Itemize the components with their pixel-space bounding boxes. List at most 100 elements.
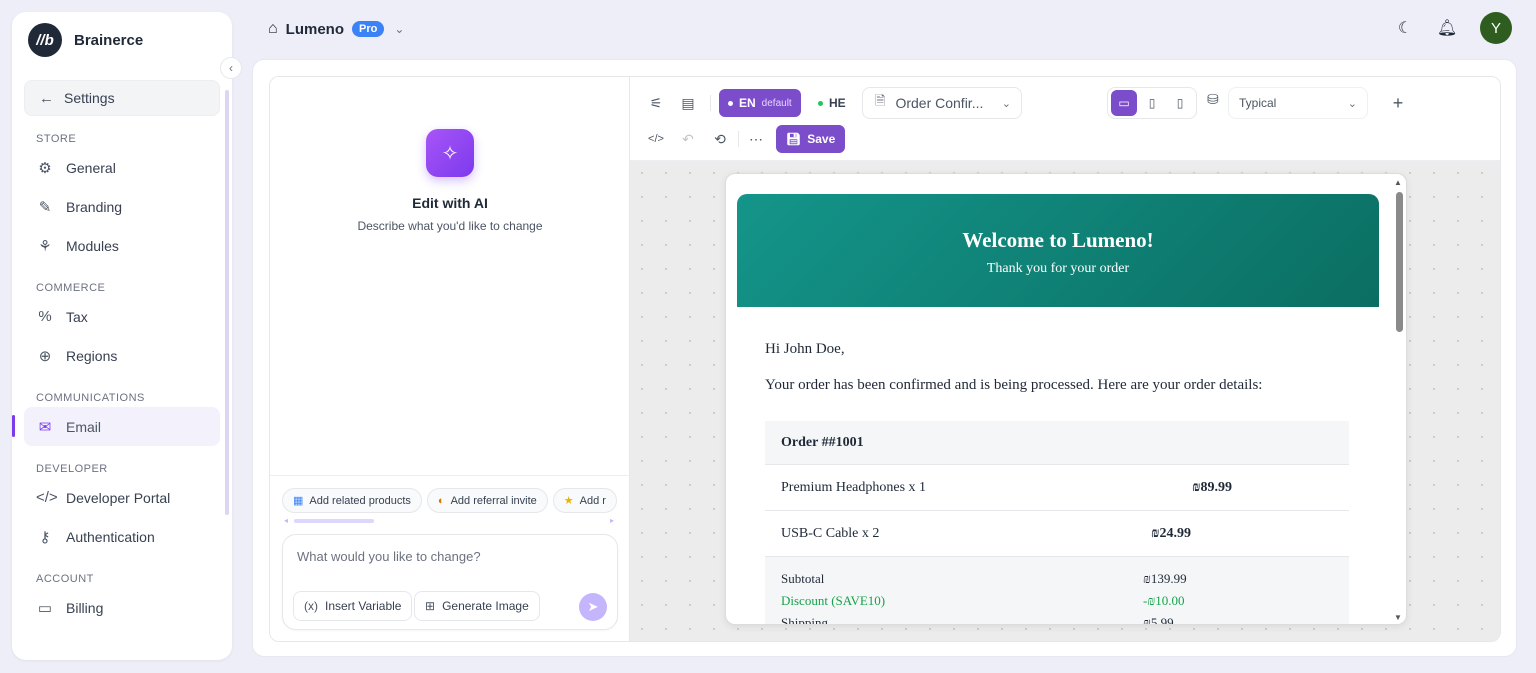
undo-icon[interactable]: ↶ <box>676 127 700 151</box>
sidebar-scrollbar[interactable] <box>225 90 229 515</box>
lang-default-tag: default <box>761 97 792 109</box>
template-icon[interactable]: ▤ <box>676 91 700 115</box>
section-title-account: ACCOUNT <box>36 573 94 585</box>
email-preview[interactable]: Welcome to Lumeno! Thank you for your or… <box>725 173 1407 625</box>
sidebar-item-regions[interactable]: ⊕ Regions <box>24 336 220 375</box>
sidebar-item-label: Billing <box>66 599 104 616</box>
toolbar-divider <box>710 95 711 111</box>
gear-icon: ⚙ <box>38 159 52 177</box>
sparkles-icon: ✧ <box>426 129 474 177</box>
back-to-settings-button[interactable]: ← Settings <box>24 80 220 116</box>
tablet-icon: ▯ <box>1148 96 1156 110</box>
sidebar: //b Brainerce ← Settings STORE ⚙ General… <box>12 12 232 660</box>
scroll-left-icon[interactable]: ◂ <box>284 516 288 525</box>
generate-image-button[interactable]: ⊞ Generate Image <box>414 591 540 621</box>
item-name: USB-C Cable x 2 <box>781 525 880 541</box>
chevron-down-icon: ⌄ <box>394 22 405 36</box>
email-scrollbar[interactable]: ▲ ▼ <box>1394 178 1403 622</box>
brand[interactable]: //b Brainerce <box>12 12 232 68</box>
sidebar-item-branding[interactable]: ✎ Branding <box>24 187 220 226</box>
sidebar-item-email[interactable]: ✉ Email <box>12 407 220 446</box>
main-card: ✧ Edit with AI Describe what you'd like … <box>252 59 1517 657</box>
preset-value: Typical <box>1239 96 1277 110</box>
header-actions: ☾ 🔔︎ Y <box>1390 12 1512 44</box>
settings-sliders-icon[interactable]: ⚟ <box>644 91 668 115</box>
insert-variable-button[interactable]: (x) Insert Variable <box>293 591 413 621</box>
status-dot <box>728 100 733 106</box>
avatar[interactable]: Y <box>1480 12 1512 44</box>
language-en-button[interactable]: EN default <box>719 89 801 117</box>
subtotal-label: Subtotal <box>781 571 825 586</box>
sidebar-item-label: Developer Portal <box>66 489 171 506</box>
sidebar-item-developer-portal[interactable]: </> Developer Portal <box>24 478 220 517</box>
add-button[interactable]: + <box>1384 89 1412 117</box>
scroll-up-icon[interactable]: ▲ <box>1394 178 1402 187</box>
tablet-view-button[interactable]: ▯ <box>1139 90 1165 116</box>
scroll-thumb[interactable] <box>1396 192 1403 332</box>
store-name: Lumeno <box>285 20 345 38</box>
code-view-icon[interactable]: </> <box>644 127 668 151</box>
brush-icon: ✎ <box>38 198 52 216</box>
chevron-down-icon: ⌄ <box>1347 97 1357 110</box>
back-label: Settings <box>64 90 115 106</box>
sidebar-item-billing[interactable]: ▭ Billing <box>24 588 220 627</box>
save-button[interactable]: 💾︎ Save <box>776 125 846 153</box>
preset-select[interactable]: Typical ⌄ <box>1228 87 1368 119</box>
sidebar-item-authentication[interactable]: ⚷ Authentication <box>24 517 220 556</box>
collapse-sidebar-button[interactable]: ‹ <box>220 57 242 79</box>
package-icon: ▦ <box>293 495 304 507</box>
lang-en-label: EN <box>739 96 756 110</box>
moon-icon: ☾ <box>1397 20 1413 37</box>
sidebar-item-label: Email <box>66 418 102 435</box>
chevron-left-icon: ‹ <box>229 61 233 75</box>
brand-logo: //b <box>28 23 62 57</box>
key-icon: ⚷ <box>39 528 51 546</box>
suggestion-chip[interactable]: ▦ Add related products <box>282 488 422 513</box>
brand-name: Brainerce <box>74 31 144 49</box>
dark-mode-toggle[interactable]: ☾ <box>1390 13 1420 43</box>
device-switcher: ▭ ▯ ▯ <box>1107 87 1197 119</box>
desktop-view-button[interactable]: ▭ <box>1111 90 1137 116</box>
sidebar-item-general[interactable]: ⚙ General <box>24 148 220 187</box>
email-header: Welcome to Lumeno! Thank you for your or… <box>737 194 1379 307</box>
sidebar-item-tax[interactable]: % Tax <box>24 297 220 336</box>
language-he-button[interactable]: HE <box>812 89 852 117</box>
bell-icon: 🔔︎ <box>1436 20 1458 37</box>
mobile-view-button[interactable]: ▯ <box>1167 90 1193 116</box>
suggestion-chip[interactable]: ◐ Add referral invite <box>426 488 548 513</box>
prompt-input[interactable] <box>297 549 597 564</box>
sidebar-item-label: Authentication <box>66 528 155 545</box>
toolbar-divider <box>738 131 739 147</box>
sidebar-item-label: Modules <box>66 237 119 254</box>
order-totals: Subtotal ₪139.99 Discount (SAVE10) -₪10.… <box>765 557 1349 625</box>
order-title: Order ##1001 <box>765 421 1349 465</box>
star-icon: ★ <box>563 495 574 507</box>
scroll-down-icon[interactable]: ▼ <box>1394 613 1402 622</box>
template-select[interactable]: 🗎︎ Order Confir... ⌄ <box>862 87 1022 119</box>
credit-card-icon: ▭ <box>37 599 53 617</box>
sidebar-item-modules[interactable]: ⚘ Modules <box>24 226 220 265</box>
send-button[interactable]: ➤ <box>579 593 607 621</box>
section-title-communications: COMMUNICATIONS <box>36 392 145 404</box>
globe-icon: ⊕ <box>38 347 52 365</box>
plan-badge: Pro <box>352 21 385 37</box>
store-switcher[interactable]: ⌂ Lumeno Pro ⌄ <box>268 16 404 42</box>
notifications-button[interactable]: 🔔︎ <box>1432 13 1462 43</box>
mail-icon: ✉ <box>38 418 52 436</box>
monitor-icon: ▭ <box>1118 96 1130 110</box>
history-icon[interactable]: ⟲ <box>708 127 732 151</box>
shipping-value: ₪5.99 <box>1143 615 1174 625</box>
ai-panel: ✧ Edit with AI Describe what you'd like … <box>270 77 630 641</box>
document-icon: 🗎︎ <box>875 93 886 108</box>
scroll-right-icon[interactable]: ▸ <box>610 516 614 525</box>
more-icon[interactable]: ⋯ <box>744 127 768 151</box>
ai-composer: ▦ Add related products ◐ Add referral in… <box>270 475 630 641</box>
chips-scrollbar[interactable] <box>294 519 374 523</box>
email-editor: ✧ Edit with AI Describe what you'd like … <box>269 76 1501 642</box>
handshake-icon: ◐ <box>437 494 445 507</box>
suggestion-chip[interactable]: ★ Add r <box>552 488 617 513</box>
modules-icon: ⚘ <box>38 237 52 255</box>
item-price: ₪89.99 <box>1192 479 1233 495</box>
plus-icon: + <box>1392 92 1404 113</box>
subtotal-value: ₪139.99 <box>1143 571 1187 586</box>
